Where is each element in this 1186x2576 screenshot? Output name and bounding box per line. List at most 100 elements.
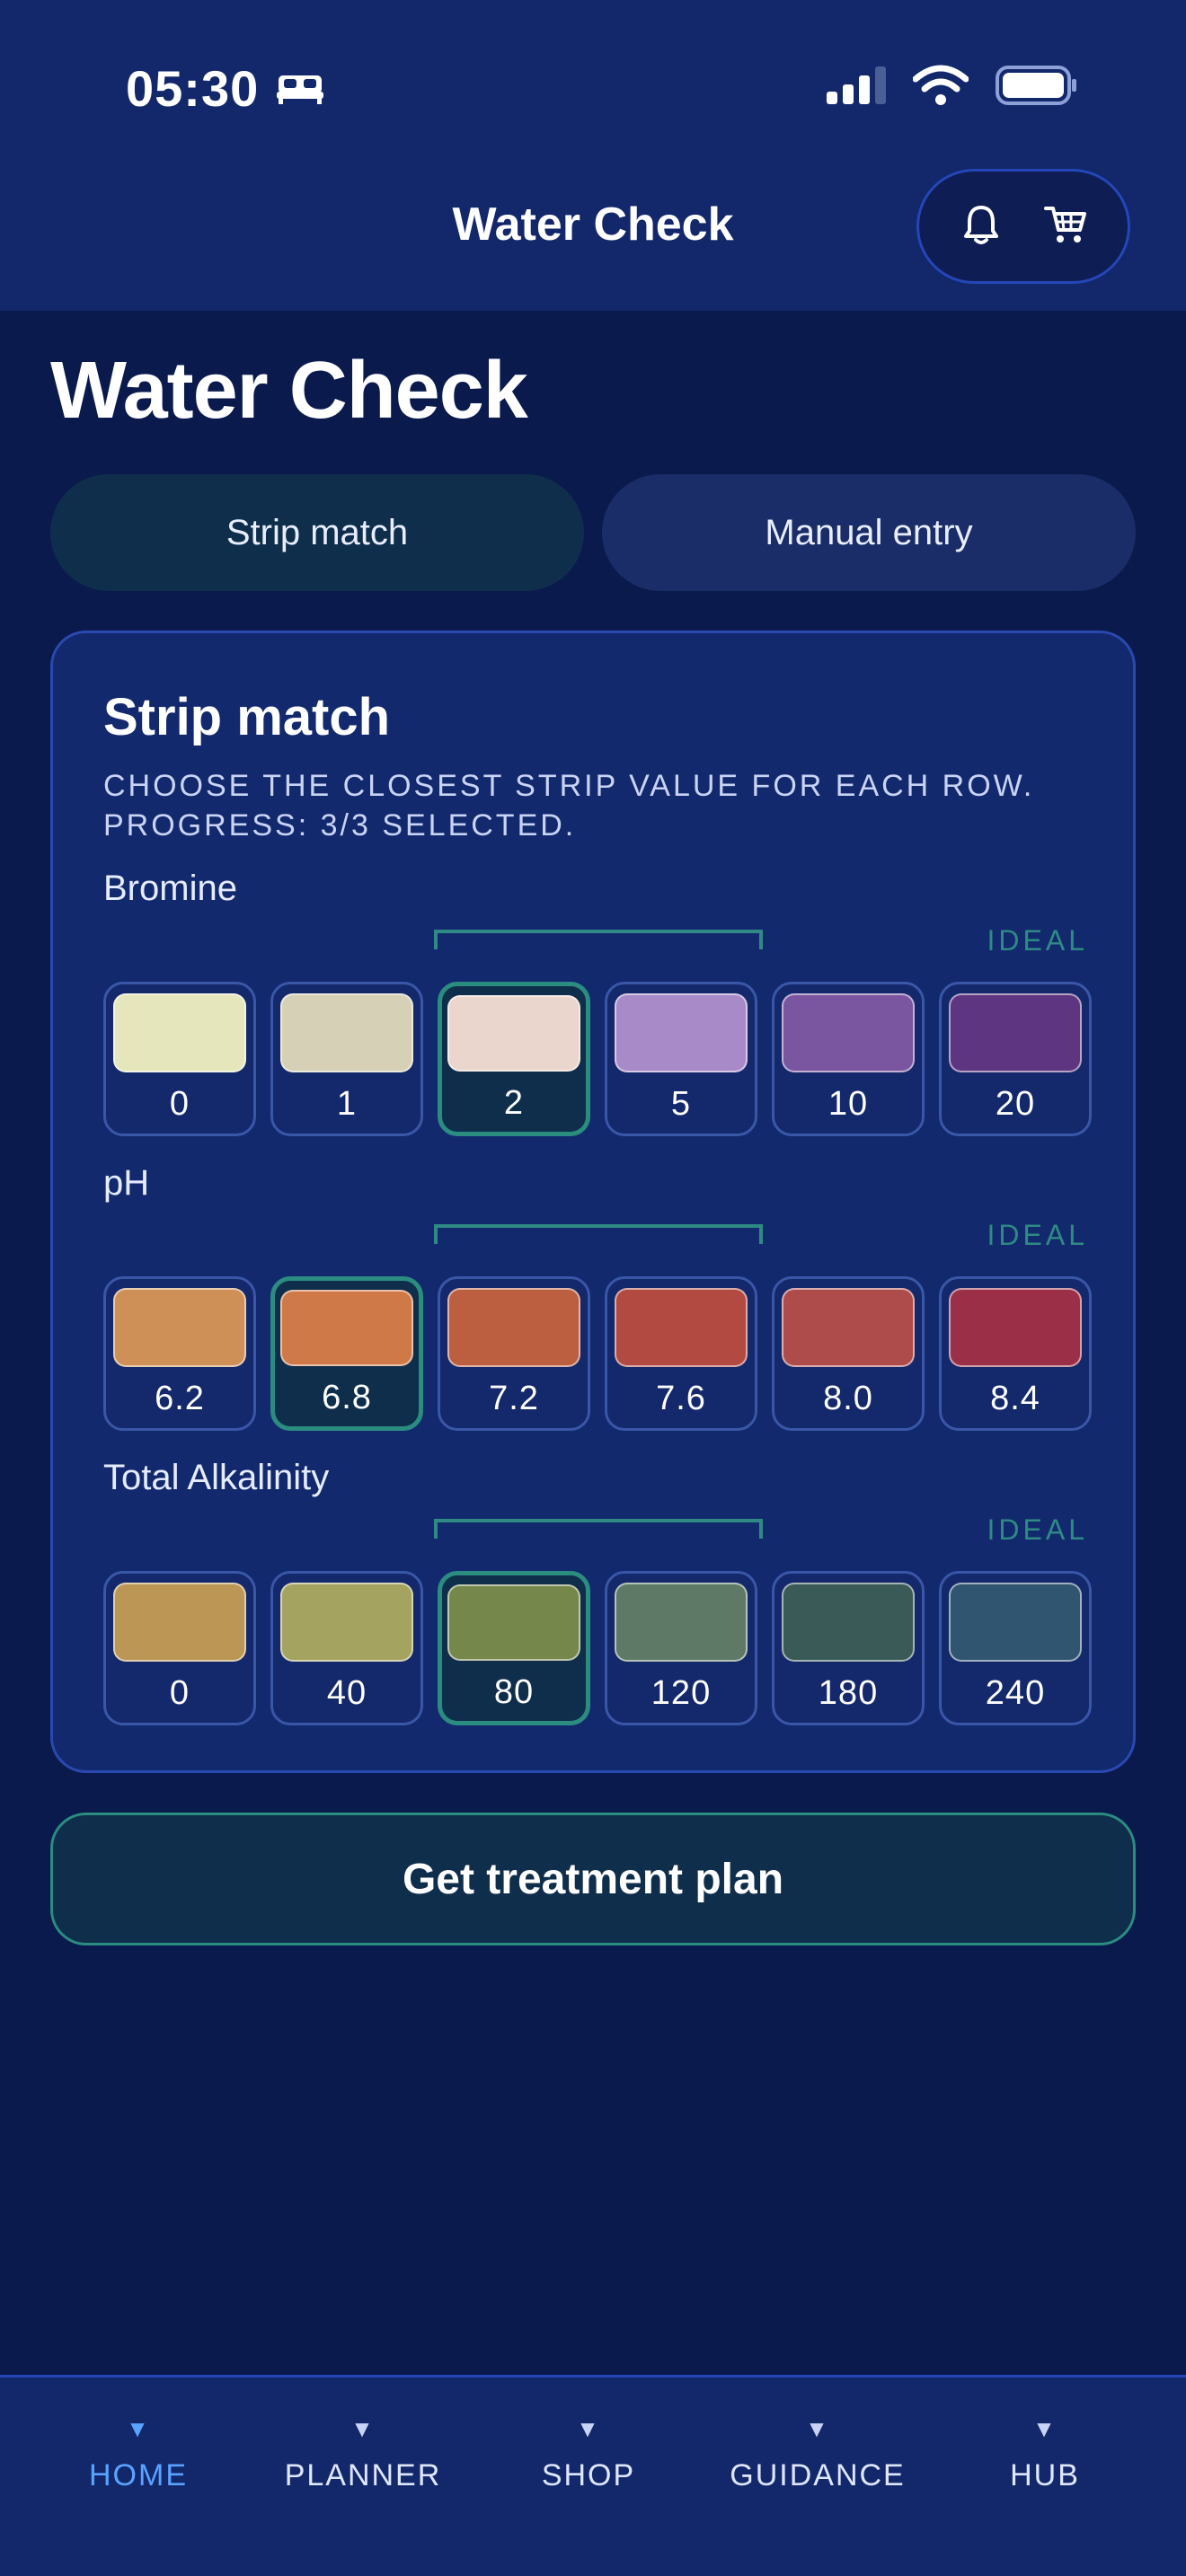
nav-label: HUB xyxy=(1010,2458,1080,2492)
color-chip xyxy=(782,993,915,1072)
color-chip xyxy=(782,1288,915,1367)
strip-match-card: Strip match CHOOSE THE CLOSEST STRIP VAL… xyxy=(50,631,1136,1773)
param-label: Total Alkalinity xyxy=(103,1458,330,1497)
ideal-bracket xyxy=(434,1224,763,1244)
nav-label: PLANNER xyxy=(284,2458,442,2492)
param-label: Bromine xyxy=(103,869,237,908)
triangle-down-icon: ▼ xyxy=(1032,2415,1058,2442)
notifications-button[interactable] xyxy=(949,194,1013,259)
ideal-label: IDEAL xyxy=(987,924,1088,957)
nav-item-home[interactable]: ▼ HOME xyxy=(40,2413,237,2493)
triangle-down-icon: ▼ xyxy=(126,2415,151,2442)
triangle-down-icon: ▼ xyxy=(350,2415,376,2442)
nav-item-hub[interactable]: ▼ HUB xyxy=(946,2413,1144,2493)
nav-item-shop[interactable]: ▼ SHOP xyxy=(490,2413,687,2493)
swatch-value: 8.0 xyxy=(823,1380,873,1417)
swatch-option[interactable]: 240 xyxy=(939,1571,1092,1725)
ideal-range: IDEAL xyxy=(103,919,1088,982)
swatch-value: 2 xyxy=(503,1084,525,1122)
color-chip xyxy=(113,1288,246,1367)
swatch-value: 20 xyxy=(995,1085,1036,1123)
bell-icon xyxy=(963,204,999,250)
color-chip xyxy=(615,1583,748,1662)
swatch-value: 0 xyxy=(169,1674,190,1712)
nav-item-planner[interactable]: ▼ PLANNER xyxy=(264,2413,462,2493)
tab-strip-match[interactable]: Strip match xyxy=(50,474,584,591)
card-title: Strip match xyxy=(103,688,391,746)
signal-icon xyxy=(827,66,886,109)
color-chip xyxy=(615,993,748,1072)
card-instructions: CHOOSE THE CLOSEST STRIP VALUE FOR EACH … xyxy=(103,769,1035,842)
swatch-option[interactable]: 6.2 xyxy=(103,1276,256,1431)
cart-icon xyxy=(1044,205,1087,249)
swatch-row: 0 40 80 120 180 240 xyxy=(103,1571,1092,1725)
swatch-value: 180 xyxy=(818,1674,879,1712)
ideal-range: IDEAL xyxy=(103,1213,1088,1276)
bed-icon xyxy=(275,59,325,118)
swatch-value: 6.8 xyxy=(322,1379,372,1416)
clock: 05:30 xyxy=(126,60,260,117)
swatch-value: 7.6 xyxy=(656,1380,706,1417)
status-indicators xyxy=(827,65,1078,110)
get-treatment-plan-button[interactable]: Get treatment plan xyxy=(50,1813,1136,1945)
color-chip xyxy=(280,1583,413,1662)
triangle-down-icon: ▼ xyxy=(805,2415,830,2442)
color-chip xyxy=(113,1583,246,1662)
swatch-option[interactable]: 180 xyxy=(772,1571,925,1725)
triangle-down-icon: ▼ xyxy=(576,2415,601,2442)
color-chip xyxy=(949,1583,1082,1662)
swatch-value: 8.4 xyxy=(990,1380,1040,1417)
swatch-value: 0 xyxy=(169,1085,190,1123)
swatch-value: 7.2 xyxy=(489,1380,539,1417)
wifi-icon xyxy=(912,65,969,110)
swatch-option[interactable]: 1 xyxy=(270,982,423,1136)
swatch-value: 1 xyxy=(336,1085,358,1123)
color-chip xyxy=(447,1584,580,1661)
swatch-option[interactable]: 0 xyxy=(103,982,256,1136)
tab-manual-entry[interactable]: Manual entry xyxy=(602,474,1136,591)
ideal-bracket xyxy=(434,930,763,949)
swatch-value: 40 xyxy=(326,1674,367,1712)
nav-label: GUIDANCE xyxy=(730,2458,906,2492)
param-ph: pH IDEAL 6.2 6.8 7.2 7.6 8.0 8.4 xyxy=(103,1163,1092,1431)
swatch-value: 10 xyxy=(828,1085,869,1123)
status-time: 05:30 xyxy=(126,59,325,118)
swatch-value: 5 xyxy=(670,1085,692,1123)
swatch-option[interactable]: 120 xyxy=(605,1571,757,1725)
swatch-value: 120 xyxy=(651,1674,712,1712)
color-chip xyxy=(782,1583,915,1662)
swatch-option[interactable]: 8.0 xyxy=(772,1276,925,1431)
swatch-option[interactable]: 10 xyxy=(772,982,925,1136)
ideal-bracket xyxy=(434,1519,763,1539)
swatch-option[interactable]: 40 xyxy=(270,1571,423,1725)
nav-label: SHOP xyxy=(541,2458,636,2492)
ideal-range: IDEAL xyxy=(103,1508,1088,1571)
header-actions xyxy=(916,169,1130,284)
swatch-value: 240 xyxy=(985,1674,1046,1712)
swatch-option[interactable]: 7.2 xyxy=(438,1276,590,1431)
swatch-option[interactable]: 8.4 xyxy=(939,1276,1092,1431)
swatch-option[interactable]: 20 xyxy=(939,982,1092,1136)
nav-label: HOME xyxy=(89,2458,188,2492)
cart-button[interactable] xyxy=(1033,194,1098,259)
swatch-option-selected[interactable]: 80 xyxy=(438,1571,590,1725)
color-chip xyxy=(615,1288,748,1367)
swatch-option-selected[interactable]: 2 xyxy=(438,982,590,1136)
color-chip xyxy=(113,993,246,1072)
param-total-alkalinity: Total Alkalinity IDEAL 0 40 80 120 180 2… xyxy=(103,1458,1092,1725)
swatch-option[interactable]: 0 xyxy=(103,1571,256,1725)
swatch-option-selected[interactable]: 6.8 xyxy=(270,1276,423,1431)
color-chip xyxy=(949,1288,1082,1367)
param-label: pH xyxy=(103,1163,150,1203)
swatch-value: 80 xyxy=(493,1673,535,1711)
nav-item-guidance[interactable]: ▼ GUIDANCE xyxy=(719,2413,916,2493)
ideal-label: IDEAL xyxy=(987,1219,1088,1251)
color-chip xyxy=(280,993,413,1072)
page-title: Water Check xyxy=(50,346,528,436)
swatch-option[interactable]: 7.6 xyxy=(605,1276,757,1431)
ideal-label: IDEAL xyxy=(987,1513,1088,1546)
swatch-row: 6.2 6.8 7.2 7.6 8.0 8.4 xyxy=(103,1276,1092,1431)
swatch-option[interactable]: 5 xyxy=(605,982,757,1136)
color-chip xyxy=(447,995,580,1072)
battery-icon xyxy=(996,66,1078,110)
